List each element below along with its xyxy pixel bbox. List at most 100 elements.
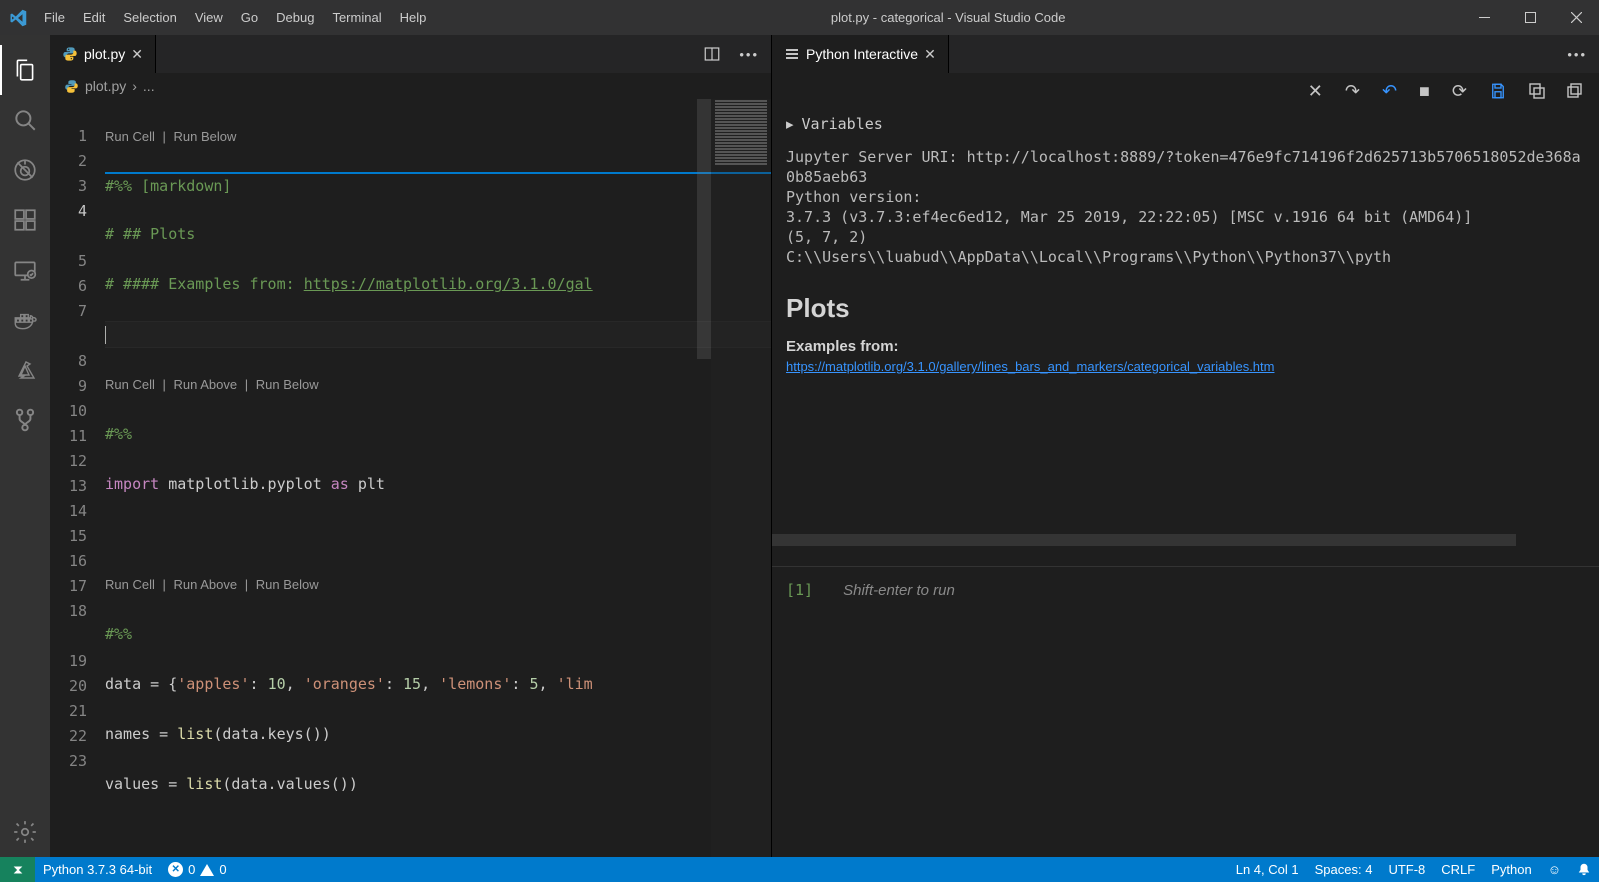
interactive-markdown: Plots Examples from: https://matplotlib.… bbox=[772, 275, 1599, 384]
expand-all-icon[interactable] bbox=[1529, 83, 1545, 99]
code-content[interactable]: Run Cell | Run Below #%% [markdown] # ##… bbox=[105, 99, 771, 857]
error-count: 0 bbox=[188, 862, 195, 877]
chevron-right-icon: ▸ bbox=[786, 115, 794, 133]
window-controls bbox=[1461, 0, 1599, 35]
editor-group-left: plot.py ✕ ••• plot.py › ... bbox=[50, 35, 772, 857]
minimap[interactable] bbox=[711, 99, 771, 857]
more-actions-icon[interactable]: ••• bbox=[1567, 47, 1587, 62]
codelens-run-above[interactable]: Run Above bbox=[174, 377, 238, 392]
breadcrumb-file: plot.py bbox=[85, 78, 126, 94]
codelens-run-below[interactable]: Run Below bbox=[256, 577, 319, 592]
menu-view[interactable]: View bbox=[186, 0, 232, 35]
activity-remote[interactable] bbox=[0, 245, 50, 295]
warning-count: 0 bbox=[219, 862, 226, 877]
save-icon[interactable] bbox=[1489, 82, 1507, 100]
codelens-run-cell[interactable]: Run Cell bbox=[105, 577, 155, 592]
status-notifications-icon[interactable] bbox=[1569, 862, 1599, 876]
tab-python-interactive[interactable]: Python Interactive ✕ bbox=[772, 35, 949, 73]
activity-settings[interactable] bbox=[0, 807, 50, 857]
input-hint: Shift-enter to run bbox=[843, 582, 955, 599]
interactive-toolbar: ✕ ↷ ↶ ■ ⟳ bbox=[772, 73, 1599, 109]
split-editor-icon[interactable] bbox=[703, 45, 721, 63]
window-title: plot.py - categorical - Visual Studio Co… bbox=[435, 10, 1461, 25]
titlebar: File Edit Selection View Go Debug Termin… bbox=[0, 0, 1599, 35]
activity-bar bbox=[0, 35, 50, 857]
status-eol[interactable]: CRLF bbox=[1433, 862, 1483, 877]
status-python-env[interactable]: Python 3.7.3 64-bit bbox=[35, 857, 160, 882]
error-icon: ✕ bbox=[168, 862, 183, 877]
collapse-all-icon[interactable] bbox=[1567, 83, 1583, 99]
variables-label: Variables bbox=[802, 115, 883, 133]
chevron-right-icon: › bbox=[132, 78, 137, 94]
close-button[interactable] bbox=[1553, 0, 1599, 35]
menu-debug[interactable]: Debug bbox=[267, 0, 323, 35]
tab-plot-py[interactable]: plot.py ✕ bbox=[50, 35, 156, 73]
activity-explorer[interactable] bbox=[0, 45, 50, 95]
input-prompt: [1] bbox=[786, 581, 813, 599]
activity-search[interactable] bbox=[0, 95, 50, 145]
maximize-button[interactable] bbox=[1507, 0, 1553, 35]
warning-icon bbox=[200, 864, 214, 876]
menu-file[interactable]: File bbox=[35, 0, 74, 35]
vscode-logo-icon bbox=[0, 9, 35, 27]
line-number-gutter: 1 2 3 4 5 6 7 8 9 10 11 12 13 14 15 bbox=[50, 99, 105, 857]
menu-go[interactable]: Go bbox=[232, 0, 267, 35]
tab-label: plot.py bbox=[84, 46, 125, 62]
activity-source-control[interactable] bbox=[0, 395, 50, 445]
status-language[interactable]: Python bbox=[1483, 862, 1539, 877]
code-line: names = list(data.keys()) bbox=[105, 722, 771, 747]
plots-heading: Plots bbox=[786, 293, 1585, 324]
activity-extensions[interactable] bbox=[0, 195, 50, 245]
activity-azure[interactable] bbox=[0, 345, 50, 395]
status-bar: Python 3.7.3 64-bit ✕ 0 0 Ln 4, Col 1 Sp… bbox=[0, 857, 1599, 882]
restart-icon[interactable]: ⟳ bbox=[1452, 81, 1467, 102]
tab-bar-right: Python Interactive ✕ ••• bbox=[772, 35, 1599, 73]
editor-vertical-scrollbar[interactable] bbox=[697, 99, 711, 359]
codelens-run-below[interactable]: Run Below bbox=[256, 377, 319, 392]
undo-icon[interactable]: ↶ bbox=[1382, 81, 1397, 102]
interactive-horizontal-scrollbar[interactable] bbox=[772, 534, 1516, 546]
redo-icon[interactable]: ↷ bbox=[1345, 81, 1360, 102]
more-actions-icon[interactable]: ••• bbox=[739, 47, 759, 62]
code-line: values = list(data.values()) bbox=[105, 772, 771, 797]
status-feedback-icon[interactable]: ☺ bbox=[1540, 862, 1569, 877]
status-indent[interactable]: Spaces: 4 bbox=[1307, 862, 1381, 877]
editor-group-right: Python Interactive ✕ ••• ✕ ↷ ↶ ■ ⟳ bbox=[772, 35, 1599, 857]
examples-link[interactable]: https://matplotlib.org/3.1.0/gallery/lin… bbox=[786, 359, 1274, 374]
activity-docker[interactable] bbox=[0, 295, 50, 345]
codelens-run-below[interactable]: Run Below bbox=[174, 129, 237, 144]
codelens-run-above[interactable]: Run Above bbox=[174, 577, 238, 592]
minimize-button[interactable] bbox=[1461, 0, 1507, 35]
code-line: data = {'apples': 10, 'oranges': 15, 'le… bbox=[105, 672, 771, 697]
python-file-icon bbox=[64, 79, 79, 94]
tab-bar-left: plot.py ✕ ••• bbox=[50, 35, 771, 73]
editor-actions-right: ••• bbox=[1555, 35, 1599, 73]
breadcrumb[interactable]: plot.py › ... bbox=[50, 73, 771, 99]
interrupt-icon[interactable]: ■ bbox=[1419, 81, 1430, 102]
status-cursor[interactable]: Ln 4, Col 1 bbox=[1228, 862, 1307, 877]
editor-actions-left: ••• bbox=[691, 35, 771, 73]
tab-label: Python Interactive bbox=[806, 46, 918, 62]
cancel-icon[interactable]: ✕ bbox=[1308, 81, 1323, 102]
code-url-link[interactable]: https://matplotlib.org/3.1.0/gal bbox=[304, 275, 593, 293]
close-icon[interactable]: ✕ bbox=[924, 46, 936, 63]
codelens-run-cell[interactable]: Run Cell bbox=[105, 129, 155, 144]
breadcrumb-rest: ... bbox=[143, 78, 155, 94]
variables-section[interactable]: ▸ Variables bbox=[772, 109, 1599, 139]
codelens-run-cell[interactable]: Run Cell bbox=[105, 377, 155, 392]
activity-debug-disabled[interactable] bbox=[0, 145, 50, 195]
interactive-output: Jupyter Server URI: http://localhost:888… bbox=[772, 139, 1599, 275]
status-problems[interactable]: ✕ 0 0 bbox=[160, 857, 234, 882]
menu-edit[interactable]: Edit bbox=[74, 0, 114, 35]
menu-terminal[interactable]: Terminal bbox=[323, 0, 390, 35]
python-file-icon bbox=[62, 46, 78, 62]
menu-help[interactable]: Help bbox=[391, 0, 436, 35]
menu-selection[interactable]: Selection bbox=[114, 0, 185, 35]
examples-from-label: Examples from: bbox=[786, 338, 1585, 355]
close-icon[interactable]: ✕ bbox=[131, 46, 143, 63]
interactive-input[interactable]: [1] Shift-enter to run bbox=[772, 566, 1599, 613]
status-encoding[interactable]: UTF-8 bbox=[1380, 862, 1433, 877]
status-remote[interactable] bbox=[0, 857, 35, 882]
menubar: File Edit Selection View Go Debug Termin… bbox=[35, 0, 435, 35]
code-editor[interactable]: 1 2 3 4 5 6 7 8 9 10 11 12 13 14 15 bbox=[50, 99, 771, 857]
